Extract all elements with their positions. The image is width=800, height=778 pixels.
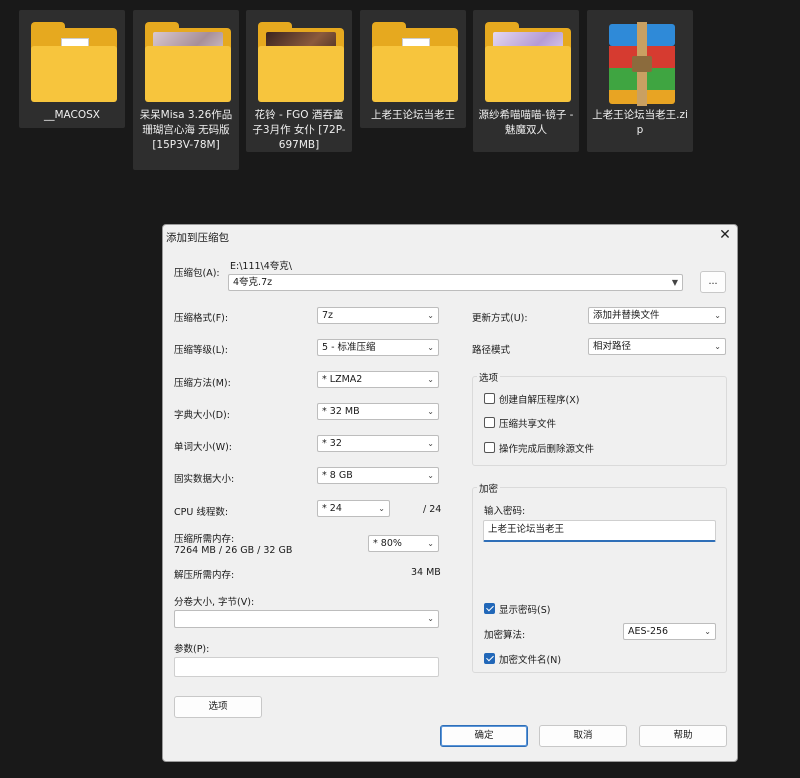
dict-value: * 32 MB — [322, 406, 360, 417]
dict-combo[interactable]: * 32 MB ⌄ — [317, 403, 439, 420]
password-label: 输入密码: — [484, 506, 526, 517]
threads-combo[interactable]: * 24 ⌄ — [317, 500, 390, 517]
archive-icon — [599, 22, 685, 106]
word-value: * 32 — [322, 438, 342, 449]
method-label: 压缩方法(M): — [174, 378, 231, 389]
solid-label: 固实数据大小: — [174, 474, 235, 485]
solid-value: * 8 GB — [322, 470, 353, 481]
chevron-down-icon: ⌄ — [427, 407, 434, 416]
delete-checkbox[interactable] — [484, 442, 495, 453]
chevron-down-icon: ⌄ — [427, 375, 434, 384]
show-password-label: 显示密码(S) — [499, 605, 551, 616]
encrypt-method-value: AES-256 — [628, 626, 669, 637]
folder-doc-icon — [31, 22, 117, 106]
encrypt-names-label: 加密文件名(N) — [499, 655, 562, 666]
archive-name-combo[interactable]: 4夸克.7z ▼ — [228, 274, 683, 291]
password-input[interactable]: 上老王论坛当老王 — [483, 520, 716, 542]
folder-photo-icon — [258, 22, 344, 106]
archive-label: 压缩包(A): — [174, 268, 220, 279]
path-label: 路径模式 — [472, 345, 511, 356]
chevron-down-icon: ⌄ — [427, 439, 434, 448]
update-value: 添加并替换文件 — [593, 310, 660, 321]
word-label: 单词大小(W): — [174, 442, 233, 453]
shared-label: 压缩共享文件 — [499, 419, 557, 430]
cancel-button[interactable]: 取消 — [539, 725, 627, 747]
chevron-down-icon: ⌄ — [427, 614, 434, 623]
method-combo[interactable]: * LZMA2 ⌄ — [317, 371, 439, 388]
folder-photo-icon — [145, 22, 231, 106]
chevron-down-icon: ⌄ — [427, 343, 434, 352]
ok-button[interactable]: 确定 — [440, 725, 528, 747]
file-name: 上老王论坛当老王.zip — [592, 109, 688, 136]
file-name: 呆呆Misa 3.26作品 珊瑚宫心海 无码版 [15P3V-78M] — [139, 109, 233, 151]
decomp-value: 34 MB — [411, 567, 441, 578]
show-password-checkbox[interactable] — [484, 603, 495, 614]
close-icon[interactable]: ✕ — [717, 227, 733, 243]
mem-value: * 80% — [373, 538, 402, 549]
delete-label: 操作完成后删除源文件 — [499, 444, 595, 455]
format-label: 压缩格式(F): — [174, 313, 229, 324]
chevron-down-icon: ⌄ — [704, 627, 711, 636]
add-to-archive-dialog: 添加到压缩包 ✕ 压缩包(A): E:\111\4夸克\ 4夸克.7z ▼ ..… — [162, 224, 738, 762]
archive-path: E:\111\4夸克\ — [230, 261, 292, 272]
chevron-down-icon: ▼ — [671, 278, 678, 287]
mem-label: 压缩所需内存: — [174, 534, 235, 545]
file-macosx[interactable]: __MACOSX — [19, 10, 125, 128]
method-value: * LZMA2 — [322, 374, 363, 385]
path-value: 相对路径 — [593, 341, 632, 352]
chevron-down-icon: ⌄ — [714, 311, 721, 320]
chevron-down-icon: ⌄ — [714, 342, 721, 351]
encrypt-method-combo[interactable]: AES-256 ⌄ — [623, 623, 716, 640]
file-laowang-folder[interactable]: 上老王论坛当老王 — [360, 10, 466, 128]
params-input[interactable] — [174, 657, 439, 677]
archive-name-value: 4夸克.7z — [233, 277, 273, 288]
path-combo[interactable]: 相对路径 ⌄ — [588, 338, 726, 355]
solid-combo[interactable]: * 8 GB ⌄ — [317, 467, 439, 484]
file-name: 花铃 - FGO 酒吞童子3月作 女仆 [72P-697MB] — [252, 109, 346, 151]
file-yuansha[interactable]: 源纱希喵喵喵-镜子 - 魅魔双人 — [473, 10, 579, 152]
level-combo[interactable]: 5 - 标准压缩 ⌄ — [317, 339, 439, 356]
folder-doc-icon — [372, 22, 458, 106]
shared-checkbox[interactable] — [484, 417, 495, 428]
format-combo[interactable]: 7z ⌄ — [317, 307, 439, 324]
folder-photo-icon — [485, 22, 571, 106]
encrypt-method-label: 加密算法: — [484, 630, 526, 641]
file-name: 源纱希喵喵喵-镜子 - 魅魔双人 — [478, 109, 574, 136]
chevron-down-icon: ⌄ — [427, 311, 434, 320]
file-name: __MACOSX — [43, 109, 100, 121]
dialog-title: 添加到压缩包 — [166, 232, 229, 244]
mem-detail: 7264 MB / 26 GB / 32 GB — [174, 545, 293, 556]
format-value: 7z — [322, 310, 334, 321]
file-name: 上老王论坛当老王 — [371, 109, 455, 121]
dict-label: 字典大小(D): — [174, 410, 230, 421]
split-label: 分卷大小, 字节(V): — [174, 597, 255, 608]
options-group-title: 选项 — [477, 370, 501, 384]
file-misa[interactable]: 呆呆Misa 3.26作品 珊瑚宫心海 无码版 [15P3V-78M] — [133, 10, 239, 170]
word-combo[interactable]: * 32 ⌄ — [317, 435, 439, 452]
params-label: 参数(P): — [174, 644, 210, 655]
split-combo[interactable]: ⌄ — [174, 610, 439, 628]
chevron-down-icon: ⌄ — [427, 471, 434, 480]
sfx-label: 创建自解压程序(X) — [499, 395, 580, 406]
update-label: 更新方式(U): — [472, 313, 528, 324]
options-button[interactable]: 选项 — [174, 696, 262, 718]
level-label: 压缩等级(L): — [174, 345, 228, 356]
chevron-down-icon: ⌄ — [378, 504, 385, 513]
decomp-label: 解压所需内存: — [174, 570, 235, 581]
file-hualing[interactable]: 花铃 - FGO 酒吞童子3月作 女仆 [72P-697MB] — [246, 10, 352, 152]
update-combo[interactable]: 添加并替换文件 ⌄ — [588, 307, 726, 324]
threads-max: / 24 — [423, 504, 442, 515]
encrypt-group-title: 加密 — [477, 481, 501, 495]
sfx-checkbox[interactable] — [484, 393, 495, 404]
encrypt-names-checkbox[interactable] — [484, 653, 495, 664]
file-laowang-zip[interactable]: 上老王论坛当老王.zip — [587, 10, 693, 152]
threads-label: CPU 线程数: — [174, 507, 229, 518]
browse-button[interactable]: ... — [700, 271, 726, 293]
threads-value: * 24 — [322, 503, 342, 514]
level-value: 5 - 标准压缩 — [322, 342, 376, 353]
help-button[interactable]: 帮助 — [639, 725, 727, 747]
chevron-down-icon: ⌄ — [427, 539, 434, 548]
mem-combo[interactable]: * 80% ⌄ — [368, 535, 439, 552]
